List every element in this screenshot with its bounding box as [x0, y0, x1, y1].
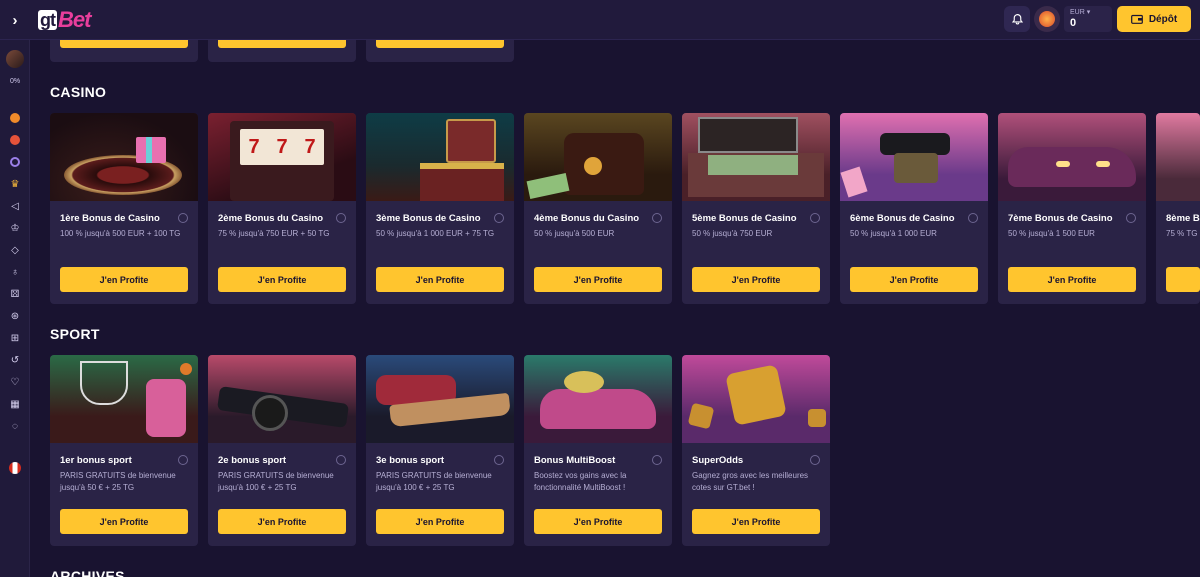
previous-card-stub	[50, 40, 198, 62]
tag-icon[interactable]: ◇	[7, 242, 23, 258]
info-icon[interactable]	[652, 213, 662, 223]
wallet-balance[interactable]: EUR ▾ 0	[1064, 6, 1112, 32]
expand-sidebar-icon[interactable]: ›	[0, 0, 30, 40]
trophy-icon[interactable]: ♛	[7, 176, 23, 192]
claim-bonus-button[interactable]	[1166, 267, 1200, 292]
claim-bonus-button[interactable]: J'en Profite	[218, 509, 346, 534]
previous-card-button[interactable]	[60, 40, 188, 48]
claim-bonus-button[interactable]: J'en Profite	[60, 267, 188, 292]
canada-flag-icon[interactable]	[7, 460, 23, 476]
info-icon[interactable]	[1126, 213, 1136, 223]
casino-bonus-card[interactable]: 3ème Bonus de Casino 50 % jusqu'à 1 000 …	[366, 113, 514, 304]
sport-bonus-card[interactable]: 3e bonus sport PARIS GRATUITS de bienven…	[366, 355, 514, 546]
sports-car-image	[998, 113, 1146, 201]
claim-bonus-button[interactable]: J'en Profite	[534, 509, 662, 534]
level-progress: 0%	[9, 78, 21, 85]
left-sidebar: 0% ♛ ◁ ♔ ◇ ♁ ⚄ ⊛ ⊞ ↺ ♡ ▦ ◌	[0, 40, 30, 577]
chat-icon[interactable]: ◌	[7, 418, 23, 434]
archives-section-title: ARCHIVES	[50, 568, 125, 577]
ball-icon[interactable]	[7, 132, 23, 148]
rewards-icon[interactable]	[1034, 6, 1060, 32]
gift-icon[interactable]: ⊞	[7, 330, 23, 346]
sport-bonus-card[interactable]: SuperOdds Gagnez gros avec les meilleure…	[682, 355, 830, 546]
history-icon[interactable]: ↺	[7, 352, 23, 368]
info-icon[interactable]	[810, 455, 820, 465]
formula-car-image	[208, 355, 356, 443]
avatar[interactable]	[6, 50, 24, 68]
chevron-down-icon: ▾	[1086, 9, 1091, 16]
sport-section-title: SPORT	[50, 326, 100, 342]
money-bag-image	[524, 113, 672, 201]
top-bar: › gt Bet EUR ▾ 0 Dépôt	[0, 0, 1200, 40]
claim-bonus-button[interactable]: J'en Profite	[1008, 267, 1136, 292]
football-icon[interactable]: ⊛	[7, 308, 23, 324]
casino-bonus-card[interactable]: 1ère Bonus de Casino 100 % jusqu'à 500 E…	[50, 113, 198, 304]
info-icon[interactable]	[810, 213, 820, 223]
info-icon[interactable]	[178, 213, 188, 223]
roulette-image	[50, 113, 198, 201]
casino-section-title: CASINO	[50, 84, 107, 100]
notification-bell-icon[interactable]	[1004, 6, 1030, 32]
dice-icon[interactable]: ⚄	[7, 286, 23, 302]
casino-bonus-card[interactable]: 6ème Bonus de Casino 50 % jusqu'à 1 000 …	[840, 113, 988, 304]
casino-bonus-card[interactable]: 4ème Bonus du Casino 50 % jusqu'à 500 EU…	[524, 113, 672, 304]
claim-bonus-button[interactable]: J'en Profite	[692, 509, 820, 534]
basketball-image	[50, 355, 198, 443]
previous-card-button[interactable]	[218, 40, 346, 48]
casino-bonus-card[interactable]: 8ème Bo 75 % TG	[1156, 113, 1200, 304]
grid-icon[interactable]: ▦	[7, 396, 23, 412]
wallet-icon	[1130, 14, 1143, 24]
heart-icon[interactable]: ♡	[7, 374, 23, 390]
claim-bonus-button[interactable]: J'en Profite	[376, 267, 504, 292]
casino-ball-icon[interactable]	[7, 110, 23, 126]
moon-icon[interactable]	[7, 154, 23, 170]
pink-car-image	[524, 355, 672, 443]
info-icon[interactable]	[178, 455, 188, 465]
claim-bonus-button[interactable]: J'en Profite	[60, 509, 188, 534]
deposit-button[interactable]: Dépôt	[1117, 6, 1191, 32]
casino-promo-image	[1156, 113, 1200, 201]
claim-bonus-button[interactable]: J'en Profite	[692, 267, 820, 292]
crown-icon[interactable]: ♔	[7, 220, 23, 236]
previous-card-button[interactable]	[376, 40, 504, 48]
casino-bonus-card[interactable]: 777 2ème Bonus du Casino 75 % jusqu'à 75…	[208, 113, 356, 304]
slot-machine-image: 777	[208, 113, 356, 201]
sport-bonus-card[interactable]: 2e bonus sport PARIS GRATUITS de bienven…	[208, 355, 356, 546]
info-icon[interactable]	[336, 213, 346, 223]
megaphone-icon[interactable]: ◁	[7, 198, 23, 214]
info-icon[interactable]	[968, 213, 978, 223]
hockey-stick-image	[366, 355, 514, 443]
previous-card-stub	[366, 40, 514, 62]
treasure-chest-image	[366, 113, 514, 201]
cash-trunk-image	[682, 113, 830, 201]
claim-bonus-button[interactable]: J'en Profite	[376, 509, 504, 534]
info-icon[interactable]	[336, 455, 346, 465]
claim-bonus-button[interactable]: J'en Profite	[850, 267, 978, 292]
previous-card-stub	[208, 40, 356, 62]
dice-image	[682, 355, 830, 443]
promotions-content: CASINO 1ère Bonus de Casino 100 % jusqu'…	[30, 40, 1200, 577]
casino-bonus-card[interactable]: 5ème Bonus de Casino 50 % jusqu'à 750 EU…	[682, 113, 830, 304]
casino-bonus-card[interactable]: 7ème Bonus de Casino 50 % jusqu'à 1 500 …	[998, 113, 1146, 304]
info-icon[interactable]	[652, 455, 662, 465]
sport-bonus-card[interactable]: Bonus MultiBoost Boostez vos gains avec …	[524, 355, 672, 546]
drone-image	[840, 113, 988, 201]
info-icon[interactable]	[494, 455, 504, 465]
gtbet-logo[interactable]: gt Bet	[38, 6, 91, 34]
claim-bonus-button[interactable]: J'en Profite	[218, 267, 346, 292]
people-icon[interactable]: ♁	[7, 264, 23, 280]
info-icon[interactable]	[494, 213, 504, 223]
sport-bonus-card[interactable]: 1er bonus sport PARIS GRATUITS de bienve…	[50, 355, 198, 546]
claim-bonus-button[interactable]: J'en Profite	[534, 267, 662, 292]
